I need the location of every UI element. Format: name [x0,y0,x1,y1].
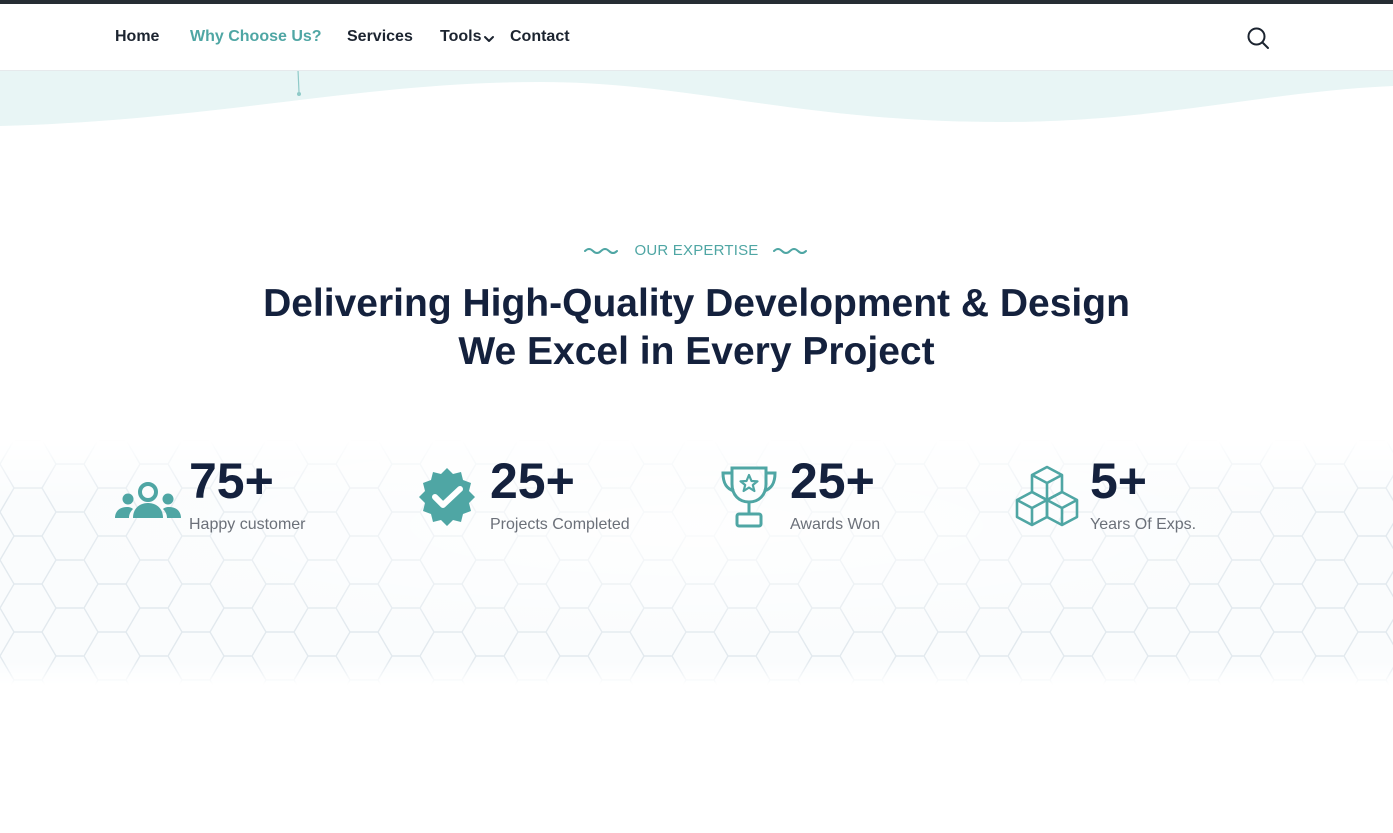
stat-value: 25+ [490,453,575,509]
squiggle-left-decoration [584,247,619,254]
stat-value: 25+ [790,453,875,509]
headline-line-2: We Excel in Every Project [458,330,935,373]
squiggle-right-decoration [772,247,807,254]
stat-label: Awards Won [790,516,881,533]
nav-item-why-choose-us[interactable]: Why Choose Us? [190,28,322,46]
users-group-icon [115,482,181,518]
decorative-dot-line [297,70,301,96]
nav-item-contact[interactable]: Contact [510,28,570,46]
decorative-wave [0,70,1393,126]
trophy-icon [721,466,777,528]
stat-label: Years Of Exps. [1090,516,1197,533]
search-icon[interactable] [1246,26,1270,50]
section-eyebrow: OUR EXPERTISE [0,242,1393,262]
cubes-icon [1015,465,1079,527]
eyebrow-text: OUR EXPERTISE [634,242,759,259]
main-navbar: Home Why Choose Us? Services Tools Conta… [0,4,1393,71]
chevron-down-icon[interactable] [483,33,495,45]
nav-item-tools[interactable]: Tools [440,28,481,46]
nav-item-home[interactable]: Home [115,28,159,46]
stat-label: Projects Completed [490,516,630,533]
verified-badge-icon [419,468,475,526]
stat-label: Happy customer [189,516,306,533]
stat-value: 5+ [1090,453,1148,509]
section-headline: Delivering High-Quality Development & De… [0,280,1393,376]
stat-value: 75+ [189,453,274,509]
headline-line-1: Delivering High-Quality Development & De… [263,282,1130,325]
nav-item-services[interactable]: Services [347,28,413,46]
